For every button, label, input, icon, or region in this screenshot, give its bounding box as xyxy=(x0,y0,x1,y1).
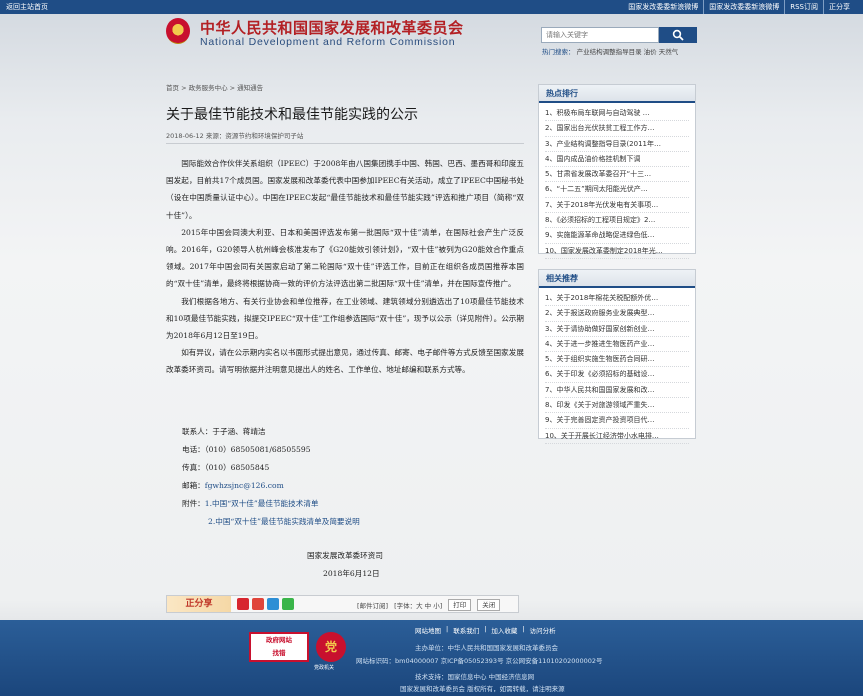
search-button[interactable] xyxy=(659,27,697,43)
font-size-control[interactable]: [字体：大 中 小] xyxy=(394,600,442,610)
footer-sep: | xyxy=(484,625,487,633)
analytics-link[interactable]: 访问分析 xyxy=(530,625,556,635)
close-button[interactable]: 关闭 xyxy=(477,599,501,611)
site-title-cn[interactable]: 中华人民共和国国家发展和改革委员会 xyxy=(200,17,464,38)
related-list: 1、关于2018年棉花关税配额外优… 2、关于报送政府服务业发展典型… 3、关于… xyxy=(539,288,695,444)
share-bar: 正分享 [邮件订阅] [字体：大 中 小] 打印 关闭 xyxy=(166,595,519,613)
list-item[interactable]: 7、关于2018年光伏发电有关事项… xyxy=(545,198,689,214)
list-item[interactable]: 9、关于完善固定资产投资项目代… xyxy=(545,413,689,429)
list-item[interactable]: 6、关于印发《必须招标的基础设… xyxy=(545,367,689,383)
badge-line-2: 找错 xyxy=(272,649,286,657)
attachment-row-2: 2.中国“双十佳”最佳节能实践清单及简要说明 xyxy=(208,516,360,527)
print-button[interactable]: 打印 xyxy=(448,599,472,611)
list-item[interactable]: 5、关于组织实施生物医药合同研… xyxy=(545,352,689,368)
list-item[interactable]: 6、“十二五”期间太阳能光伏产… xyxy=(545,182,689,198)
article-title: 关于最佳节能技术和最佳节能实践的公示 xyxy=(166,107,418,123)
list-item[interactable]: 5、甘肃省发展改革委召开“十三… xyxy=(545,167,689,183)
list-item[interactable]: 2、关于报送政府服务业发展典型… xyxy=(545,306,689,322)
attachment-row-1: 附件：1.中国“双十佳”最佳节能技术清单 xyxy=(182,498,319,509)
hot-search: 热门搜索： 产业结构调整指导目录 油价 天然气 xyxy=(542,46,678,56)
footer-links: 网站地图 | 联系我们 | 加入收藏 | 访问分析 xyxy=(415,625,556,635)
signature-date: 2018年6月12日 xyxy=(323,569,380,578)
contact-phone: 电话：（010）68505081/68505595 xyxy=(182,445,311,454)
related-panel: 相关推荐 1、关于2018年棉花关税配额外优… 2、关于报送政府服务业发展典型…… xyxy=(538,269,696,444)
attachment-label: 附件： xyxy=(182,499,205,508)
weibo-share-icon[interactable] xyxy=(252,598,264,610)
footer-sponsor: 主办单位：中华人民共和国国家发展和改革委员会 xyxy=(415,644,558,652)
national-emblem-icon xyxy=(166,18,190,44)
pdf-share-icon[interactable] xyxy=(237,598,249,610)
search-input[interactable]: 请输入关键字 xyxy=(541,27,659,43)
list-item[interactable]: 8、印发《关于对旅游领域严重失… xyxy=(545,398,689,414)
paragraph-3: 我们根据各地方、有关行业协会和单位推荐，在工业领域、建筑领域分别遴选出了10项最… xyxy=(166,296,524,341)
hot-ranking-title: 热点排行 xyxy=(539,85,695,103)
footer-tech: 技术支持：国家信息中心 中国经济信息网 xyxy=(415,673,535,681)
site-footer: 政府网站 找错 党 党政机关 网站地图 | 联系我们 | 加入收藏 | 访问分析… xyxy=(0,620,863,696)
email-subscribe-link[interactable]: [邮件订阅] xyxy=(357,600,388,610)
party-gov-badge-icon[interactable]: 党 xyxy=(316,632,346,662)
contact-email-row: 邮箱：fgwhzsjnc@126.com xyxy=(182,480,284,491)
footer-sep: | xyxy=(522,625,525,633)
share-label: 正分享 xyxy=(167,596,231,612)
article-meta: 2018-06-12 来源：资源节约和环境保护司子站 xyxy=(166,130,303,140)
article-body: 国际能效合作伙伴关系组织（IPEEC）于2008年由八国集团携手中国、韩国、巴西… xyxy=(166,155,524,379)
sitemap-link[interactable]: 网站地图 xyxy=(415,625,441,635)
search-icon xyxy=(672,29,684,41)
top-bar: 返回主站首页 国家发改委委新浪微博 国家发改委委新浪微博 RSS订阅 正分享 xyxy=(0,0,863,14)
list-item[interactable]: 9、实施能源革命战略促进绿色低… xyxy=(545,228,689,244)
badge-line-1: 政府网站 xyxy=(266,636,292,644)
related-title: 相关推荐 xyxy=(539,270,695,288)
top-links: 国家发改委委新浪微博 国家发改委委新浪微博 RSS订阅 正分享 xyxy=(623,0,855,14)
list-item[interactable]: 7、中华人民共和国国家发展和改… xyxy=(545,383,689,399)
gov-site-error-badge[interactable]: 政府网站 找错 xyxy=(249,632,309,662)
paragraph-1: 国际能效合作伙伴关系组织（IPEEC）于2008年由八国集团携手中国、韩国、巴西… xyxy=(166,159,524,220)
contact-us-link[interactable]: 联系我们 xyxy=(453,625,479,635)
rss-link[interactable]: RSS订阅 xyxy=(784,0,823,14)
email-label: 邮箱： xyxy=(182,481,205,490)
hot-search-label: 热门搜索： xyxy=(542,48,575,56)
list-item[interactable]: 10、关于开展长江经济带小水电排… xyxy=(545,429,689,444)
article-date: 2018-06-12 xyxy=(166,132,204,140)
list-item[interactable]: 3、关于请协助做好国家创新创业… xyxy=(545,322,689,337)
attachment-link-2[interactable]: 2.中国“双十佳”最佳节能实践清单及简要说明 xyxy=(208,517,360,526)
list-item[interactable]: 2、国家出台光伏扶贫工程工作方… xyxy=(545,121,689,137)
wechat-share-icon[interactable] xyxy=(282,598,294,610)
list-item[interactable]: 4、国内成品油价格挂机制下调 xyxy=(545,152,689,168)
hot-ranking-panel: 热点排行 1、积极布局车联网与自动驾驶 … 2、国家出台光伏扶贫工程工作方… 3… xyxy=(538,84,696,259)
paragraph-2: 2015年中国会同澳大利亚、日本和美国评选发布第一批国际“双十佳”清单，在国际社… xyxy=(166,227,524,289)
paragraph-4: 如有异议，请在公示期内实名以书面形式提出意见，通过传真、邮寄、电子邮件等方式反馈… xyxy=(166,348,524,375)
share-link[interactable]: 正分享 xyxy=(823,0,855,14)
weibo-link-1[interactable]: 国家发改委委新浪微博 xyxy=(623,0,703,14)
list-item[interactable]: 1、关于2018年棉花关税配额外优… xyxy=(545,291,689,307)
footer-icp: 网站标识码：bm04000007 京ICP备05052393号 京公网安备110… xyxy=(356,657,603,665)
title-divider xyxy=(166,143,524,144)
hot-ranking-list: 1、积极布局车联网与自动驾驶 … 2、国家出台光伏扶贫工程工作方… 3、产业结构… xyxy=(539,103,695,259)
contact-fax: 传真：（010）68505845 xyxy=(182,463,270,472)
party-gov-badge-caption: 党政机关 xyxy=(314,665,335,671)
footer-copyright: 国家发展和改革委员会 版权所有，如需转载，请注明来源 xyxy=(400,685,565,693)
list-item[interactable]: 3、产业结构调整指导目录(2011年… xyxy=(545,137,689,152)
breadcrumb[interactable]: 首页 > 政务服务中心 > 通知通告 xyxy=(166,82,263,92)
list-item[interactable]: 10、国家发展改革委制定2018年光… xyxy=(545,244,689,259)
attachment-link-1[interactable]: 1.中国“双十佳”最佳节能技术清单 xyxy=(205,499,319,508)
share-tools: [邮件订阅] [字体：大 中 小] 打印 关闭 xyxy=(357,599,501,611)
contact-person: 联系人：于子涵、蒋靖洁 xyxy=(182,427,266,436)
home-link[interactable]: 返回主站首页 xyxy=(6,0,48,14)
qzone-share-icon[interactable] xyxy=(267,598,279,610)
hot-search-terms[interactable]: 产业结构调整指导目录 油价 天然气 xyxy=(577,48,679,56)
list-item[interactable]: 4、关于进一步推进生物医药产业… xyxy=(545,337,689,353)
bookmark-link[interactable]: 加入收藏 xyxy=(491,625,517,635)
email-link[interactable]: fgwhzsjnc@126.com xyxy=(205,481,284,490)
site-title-en: National Development and Reform Commissi… xyxy=(200,36,456,48)
footer-sep: | xyxy=(446,625,449,633)
signature-org: 国家发展改革委环资司 xyxy=(307,551,383,560)
article-source: 来源：资源节约和环境保护司子站 xyxy=(205,132,304,140)
share-icons xyxy=(237,598,294,610)
list-item[interactable]: 1、积极布局车联网与自动驾驶 … xyxy=(545,106,689,122)
list-item[interactable]: 8、《必须招标的工程项目规定》2… xyxy=(545,213,689,229)
weibo-link-2[interactable]: 国家发改委委新浪微博 xyxy=(703,0,784,14)
